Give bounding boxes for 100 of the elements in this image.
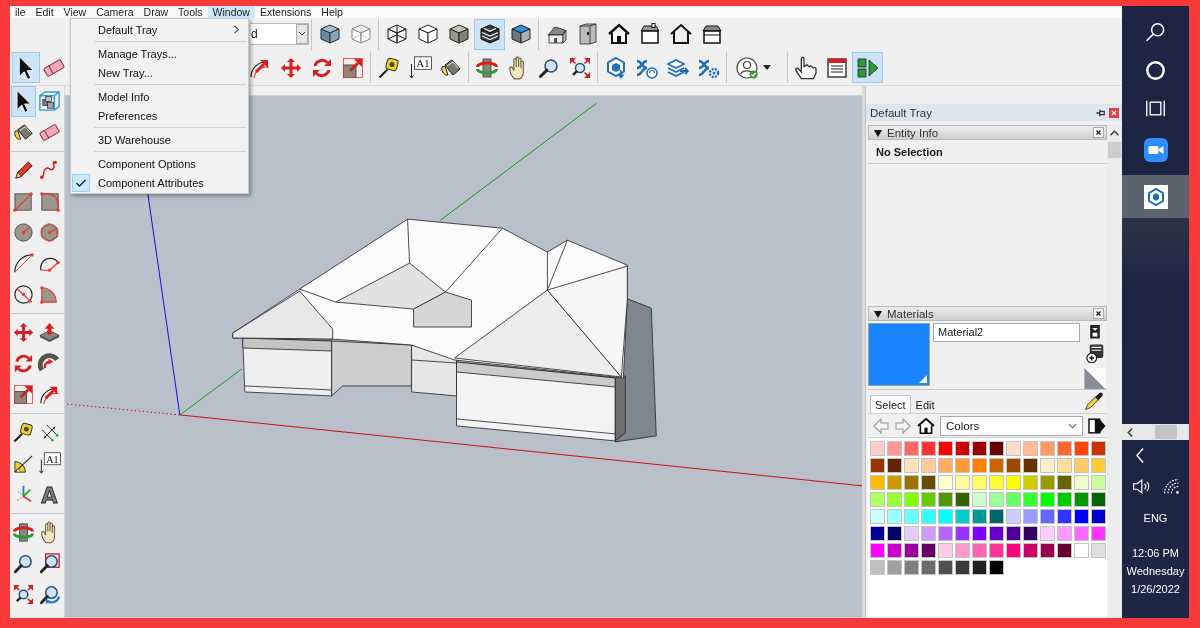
color-swatch[interactable]: [1074, 458, 1089, 473]
color-swatch[interactable]: [955, 543, 970, 558]
color-swatch[interactable]: [1057, 526, 1072, 541]
color-swatch[interactable]: [1057, 492, 1072, 507]
color-swatch[interactable]: [904, 543, 919, 558]
color-swatch[interactable]: [870, 458, 885, 473]
disclosure-triangle-icon[interactable]: [874, 128, 882, 137]
color-swatch[interactable]: [1057, 543, 1072, 558]
pin-icon[interactable]: [1096, 108, 1105, 117]
tab[interactable]: Select: [870, 395, 911, 413]
color-swatch[interactable]: [1074, 543, 1089, 558]
color-swatch[interactable]: [904, 492, 919, 507]
color-swatch[interactable]: [955, 458, 970, 473]
menu-item[interactable]: Model Info: [72, 87, 247, 106]
wifi-icon[interactable]: [1163, 478, 1180, 494]
color-swatch[interactable]: [1006, 475, 1021, 490]
color-swatch[interactable]: [1006, 458, 1021, 473]
color-swatch[interactable]: [1074, 475, 1089, 490]
scrollbar[interactable]: [1107, 125, 1122, 618]
menu-item[interactable]: New Tray...: [72, 63, 247, 82]
color-swatch[interactable]: [1074, 526, 1089, 541]
color-swatch[interactable]: [904, 458, 919, 473]
color-swatch[interactable]: [1023, 509, 1038, 524]
color-swatch[interactable]: [887, 492, 902, 507]
menu-bar-item[interactable]: Edit: [30, 6, 59, 18]
color-swatch[interactable]: [938, 526, 953, 541]
eyedropper-icon[interactable]: [1085, 392, 1103, 410]
color-swatch[interactable]: [921, 492, 936, 507]
color-swatch[interactable]: [972, 526, 987, 541]
menu-item[interactable]: Manage Trays...: [72, 44, 247, 63]
color-swatch[interactable]: [989, 526, 1004, 541]
clock-date[interactable]: 1/26/2022: [1131, 580, 1180, 598]
color-swatch[interactable]: [955, 475, 970, 490]
library-dropdown[interactable]: Colors: [940, 415, 1083, 436]
color-swatch[interactable]: [1074, 441, 1089, 456]
color-swatch[interactable]: [887, 458, 902, 473]
tool-button[interactable]: [474, 18, 505, 50]
color-swatch[interactable]: [870, 543, 885, 558]
color-swatch[interactable]: [1040, 543, 1055, 558]
color-swatch[interactable]: [904, 475, 919, 490]
color-swatch[interactable]: [1040, 475, 1055, 490]
color-swatch[interactable]: [1023, 492, 1038, 507]
color-swatch[interactable]: [1006, 441, 1021, 456]
close-icon[interactable]: [1093, 308, 1104, 319]
color-swatch[interactable]: [1091, 543, 1106, 558]
color-swatch[interactable]: [1091, 441, 1106, 456]
color-swatch[interactable]: [1091, 492, 1106, 507]
color-swatch[interactable]: [1091, 509, 1106, 524]
color-swatch[interactable]: [1057, 458, 1072, 473]
color-swatch[interactable]: [955, 560, 970, 575]
color-swatch[interactable]: [1091, 475, 1106, 490]
color-swatch[interactable]: [870, 509, 885, 524]
language-indicator[interactable]: ENG: [1143, 508, 1168, 528]
color-swatch[interactable]: [921, 526, 936, 541]
color-swatch[interactable]: [938, 475, 953, 490]
color-swatch[interactable]: [972, 441, 987, 456]
color-swatch[interactable]: [870, 526, 885, 541]
color-swatch[interactable]: [887, 509, 902, 524]
tool-button[interactable]: [11, 86, 36, 117]
clock-day[interactable]: Wednesday: [1126, 562, 1185, 580]
color-swatch[interactable]: [1091, 458, 1106, 473]
paint-can-plus-icon[interactable]: [1086, 343, 1104, 363]
menu-bar-item[interactable]: Help: [316, 6, 348, 18]
color-swatch[interactable]: [921, 475, 936, 490]
speaker-icon[interactable]: [1133, 478, 1150, 494]
details-arrow-icon[interactable]: [1088, 417, 1106, 434]
tool-button[interactable]: [12, 52, 40, 83]
panel-toggle-icon[interactable]: [1090, 325, 1100, 339]
color-swatch[interactable]: [989, 543, 1004, 558]
chevron-up-icon[interactable]: [1110, 130, 1119, 136]
menu-bar-item[interactable]: Tools: [173, 6, 208, 18]
clock-time[interactable]: 12:06 PM: [1131, 544, 1180, 562]
color-swatch[interactable]: [921, 509, 936, 524]
color-swatch[interactable]: [972, 492, 987, 507]
style-dropdown[interactable]: d: [250, 23, 309, 45]
ring-icon[interactable]: [1146, 60, 1165, 80]
color-swatch[interactable]: [887, 475, 902, 490]
color-swatch[interactable]: [1006, 492, 1021, 507]
color-swatch[interactable]: [887, 543, 902, 558]
color-swatch[interactable]: [904, 509, 919, 524]
tab[interactable]: Edit: [910, 395, 940, 413]
task-view-icon[interactable]: [1146, 98, 1165, 118]
menu-bar-item[interactable]: Window: [207, 6, 255, 18]
color-swatch[interactable]: [938, 560, 953, 575]
color-swatch[interactable]: [989, 509, 1004, 524]
color-swatch[interactable]: [921, 458, 936, 473]
color-swatch[interactable]: [1040, 526, 1055, 541]
color-swatch[interactable]: [972, 475, 987, 490]
color-swatch[interactable]: [921, 543, 936, 558]
color-swatch[interactable]: [1023, 475, 1038, 490]
color-swatch[interactable]: [904, 526, 919, 541]
color-swatch[interactable]: [989, 492, 1004, 507]
triangle-tile-icon[interactable]: [1084, 367, 1106, 389]
color-swatch[interactable]: [887, 526, 902, 541]
menu-item[interactable]: 3D Warehouse: [72, 130, 247, 149]
color-swatch[interactable]: [938, 509, 953, 524]
search-icon[interactable]: [1146, 22, 1165, 42]
back-arrow-icon[interactable]: [873, 417, 889, 434]
color-swatch[interactable]: [870, 560, 885, 575]
menu-bar-item[interactable]: ile: [10, 6, 31, 18]
